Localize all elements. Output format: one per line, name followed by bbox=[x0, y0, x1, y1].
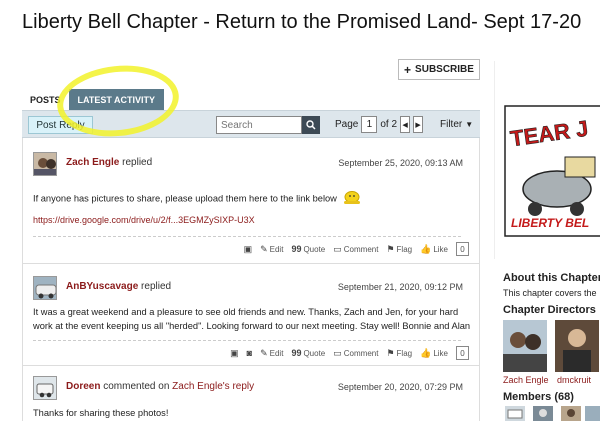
quote-label: Quote bbox=[303, 348, 326, 358]
about-text: This chapter covers the bbox=[503, 288, 597, 298]
like-label: Like bbox=[433, 348, 448, 358]
thumbs-up-icon: 👍 bbox=[420, 243, 432, 254]
flag-label: Flag bbox=[396, 244, 413, 254]
search-button[interactable] bbox=[302, 116, 320, 134]
quote-button[interactable]: 99 Quote bbox=[291, 348, 325, 358]
target-author-link[interactable]: Zach Engle bbox=[172, 381, 223, 392]
member-avatar[interactable] bbox=[585, 406, 600, 421]
comment-label: Comment bbox=[343, 348, 379, 358]
ip-icon[interactable]: ▣ bbox=[244, 244, 253, 255]
pencil-icon: ✎ bbox=[260, 243, 268, 254]
page-title: Liberty Bell Chapter - Return to the Pro… bbox=[22, 11, 582, 33]
divider bbox=[33, 236, 461, 237]
author-link[interactable]: Zach Engle bbox=[66, 157, 119, 168]
post-date: September 25, 2020, 09:13 AM bbox=[338, 158, 463, 168]
flag-button[interactable]: ⚑ Flag bbox=[386, 348, 412, 359]
author-link[interactable]: AnBYuscavage bbox=[66, 281, 138, 292]
post-actions: ▣ ✎ Edit 99 Quote ▭ Comment ⚑ Flag 👍 Like 0 bbox=[244, 242, 469, 256]
edit-label: Edit bbox=[269, 244, 284, 254]
like-button[interactable]: 👍 Like bbox=[420, 244, 448, 255]
edit-button[interactable]: ✎ Edit bbox=[260, 348, 283, 359]
comment-button[interactable]: ▭ Comment bbox=[333, 244, 378, 255]
avatar[interactable] bbox=[33, 276, 57, 300]
post-date: September 21, 2020, 09:12 PM bbox=[337, 282, 463, 292]
like-count: 0 bbox=[456, 242, 469, 256]
edit-button[interactable]: ✎ Edit bbox=[260, 244, 283, 255]
about-title: About this Chapter bbox=[503, 272, 600, 284]
shared-link[interactable]: https://drive.google.com/drive/u/2/f...3… bbox=[33, 215, 255, 225]
flag-icon: ⚑ bbox=[386, 243, 395, 254]
page-of-label: of 2 bbox=[380, 119, 398, 130]
member-avatar[interactable] bbox=[561, 406, 581, 421]
director-name[interactable]: dmckruit bbox=[557, 375, 591, 385]
action-text: replied bbox=[122, 157, 153, 168]
page-label: Page bbox=[335, 119, 359, 130]
flag-label: Flag bbox=[396, 348, 413, 358]
subscribe-button[interactable]: + SUBSCRIBE bbox=[398, 59, 480, 80]
prev-page-icon[interactable]: ◀ bbox=[400, 116, 411, 133]
subscribe-label: SUBSCRIBE bbox=[415, 64, 474, 75]
flag-button[interactable]: ⚑ Flag bbox=[386, 244, 412, 255]
member-avatar[interactable] bbox=[533, 406, 553, 421]
activity-feed: Zach Engle replied September 25, 2020, 0… bbox=[22, 138, 480, 421]
svg-text:LIBERTY BEL: LIBERTY BEL bbox=[511, 216, 589, 230]
like-count: 0 bbox=[456, 346, 469, 360]
like-label: Like bbox=[433, 244, 448, 254]
comment-button[interactable]: ▭ Comment bbox=[333, 348, 378, 359]
search-icon bbox=[306, 120, 316, 130]
post-text: Thanks for sharing these photos! bbox=[33, 408, 169, 418]
avatar[interactable] bbox=[33, 376, 57, 400]
list-item: Doreen commented on Zach Engle's reply S… bbox=[23, 366, 479, 421]
author-link[interactable]: Doreen bbox=[66, 381, 100, 392]
comment-icon: ▭ bbox=[333, 243, 342, 254]
action-text: replied bbox=[141, 281, 172, 292]
action-text: commented on bbox=[103, 381, 170, 392]
director-name[interactable]: Zach Engle bbox=[503, 375, 549, 385]
director-avatar[interactable] bbox=[503, 320, 547, 372]
photo-icon[interactable]: ◙ bbox=[247, 348, 252, 358]
smiley-icon bbox=[342, 190, 362, 208]
target-suffix[interactable]: 's reply bbox=[223, 381, 254, 392]
chapter-logo: TEAR J LIBERTY BEL bbox=[494, 61, 600, 259]
post-text: It was a great weekend and a pleasure to… bbox=[33, 307, 471, 331]
search-input[interactable] bbox=[216, 116, 302, 134]
thumbs-up-icon: 👍 bbox=[420, 347, 432, 358]
comment-label: Comment bbox=[343, 244, 379, 254]
list-item: AnBYuscavage replied September 21, 2020,… bbox=[23, 264, 479, 366]
filter-label: Filter bbox=[440, 119, 463, 130]
post-text: If anyone has pictures to share, please … bbox=[33, 193, 337, 204]
quote-button[interactable]: 99 Quote bbox=[291, 244, 325, 254]
quote-icon: 99 bbox=[291, 348, 302, 358]
members-title: Members (68) bbox=[503, 391, 574, 403]
list-item: Zach Engle replied September 25, 2020, 0… bbox=[23, 138, 479, 264]
member-avatar[interactable] bbox=[505, 406, 525, 421]
flag-icon: ⚑ bbox=[386, 347, 395, 358]
next-page-icon[interactable]: ▶ bbox=[413, 116, 424, 133]
pagination: Page 1 of 2 ◀ ▶ bbox=[335, 116, 424, 133]
quote-label: Quote bbox=[303, 244, 326, 254]
search-box bbox=[216, 116, 320, 134]
like-button[interactable]: 👍 Like bbox=[420, 348, 448, 359]
filter-dropdown[interactable]: Filter ▼ bbox=[440, 119, 473, 130]
quote-icon: 99 bbox=[291, 244, 302, 254]
post-actions: ▣ ◙ ✎ Edit 99 Quote ▭ Comment ⚑ Flag 👍 Like 0 bbox=[230, 346, 469, 360]
pencil-icon: ✎ bbox=[260, 347, 268, 358]
plus-icon: + bbox=[404, 62, 412, 77]
directors-title: Chapter Directors bbox=[503, 304, 596, 316]
comment-icon: ▭ bbox=[333, 347, 342, 358]
post-date: September 20, 2020, 07:29 PM bbox=[337, 382, 463, 392]
ip-icon[interactable]: ▣ bbox=[230, 348, 239, 359]
avatar[interactable] bbox=[33, 152, 57, 176]
director-avatar[interactable] bbox=[555, 320, 599, 372]
divider bbox=[33, 340, 461, 341]
page-number-input[interactable]: 1 bbox=[361, 116, 378, 133]
caret-down-icon: ▼ bbox=[465, 120, 474, 129]
edit-label: Edit bbox=[269, 348, 284, 358]
